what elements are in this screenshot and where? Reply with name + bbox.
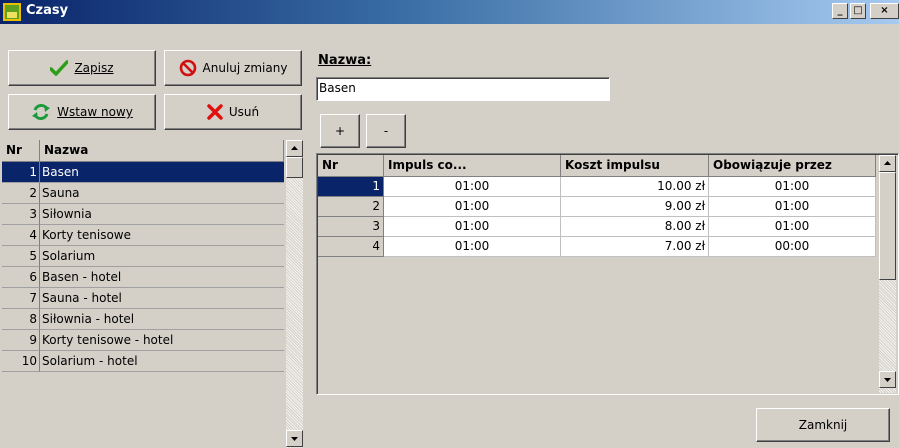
list-item[interactable]: 9 Korty tenisowe - hotel bbox=[2, 330, 284, 351]
scroll-thumb[interactable] bbox=[286, 157, 303, 178]
list-item[interactable]: 6 Basen - hotel bbox=[2, 267, 284, 288]
no-entry-icon bbox=[179, 59, 196, 77]
list-item[interactable]: 1 Basen bbox=[2, 162, 284, 183]
list-item-nr: 3 bbox=[2, 204, 40, 225]
list-item-nr: 10 bbox=[2, 351, 40, 372]
list-item-name: Solarium - hotel bbox=[40, 351, 284, 372]
grid-cell-cost[interactable]: 9.00 zł bbox=[561, 197, 709, 217]
arrow-up-icon bbox=[291, 146, 298, 150]
grid-scroll-thumb[interactable] bbox=[879, 172, 896, 280]
save-button-label: Zapisz bbox=[74, 61, 114, 75]
grid-header-cost[interactable]: Koszt impulsu bbox=[561, 155, 709, 177]
checkmark-icon bbox=[50, 60, 69, 76]
grid-header-nr[interactable]: Nr bbox=[318, 155, 384, 177]
grid-cell-nr[interactable]: 1 bbox=[318, 177, 384, 197]
grid-cell-interval[interactable]: 01:00 bbox=[384, 237, 561, 257]
grid-scroll-up-button[interactable] bbox=[879, 155, 896, 172]
name-field[interactable]: Basen bbox=[316, 77, 610, 101]
grid-cell-interval[interactable]: 01:00 bbox=[384, 177, 561, 197]
grid-header-interval[interactable]: Impuls co... bbox=[384, 155, 561, 177]
minimize-button[interactable]: _ bbox=[832, 3, 848, 19]
list-item[interactable]: 4 Korty tenisowe bbox=[2, 225, 284, 246]
list-item-name: Siłownia - hotel bbox=[40, 309, 284, 330]
save-button[interactable]: Zapisz bbox=[8, 50, 156, 86]
insert-new-button[interactable]: Wstaw nowy bbox=[8, 94, 156, 130]
cancel-changes-button[interactable]: Anuluj zmiany bbox=[164, 50, 302, 86]
list-rows: 1 Basen 2 Sauna 3 Siłownia 4 Korty tenisowe 5 Sol… bbox=[2, 162, 284, 448]
list-item[interactable]: 5 Solarium bbox=[2, 246, 284, 267]
list-item-name: Basen - hotel bbox=[40, 267, 284, 288]
grid-cell-nr[interactable]: 4 bbox=[318, 237, 384, 257]
title-bar: Czasy _ □ × bbox=[0, 0, 899, 24]
grid-cell-nr[interactable]: 3 bbox=[318, 217, 384, 237]
window-title: Czasy bbox=[26, 3, 69, 18]
maximize-button[interactable]: □ bbox=[850, 3, 866, 19]
list-item-nr: 9 bbox=[2, 330, 40, 351]
name-label: Nazwa: bbox=[318, 53, 372, 68]
list-item-name: Solarium bbox=[40, 246, 284, 267]
list-item-name: Basen bbox=[40, 162, 284, 183]
list-item-nr: 7 bbox=[2, 288, 40, 309]
list-item[interactable]: 8 Siłownia - hotel bbox=[2, 309, 284, 330]
grid-scroll-down-button[interactable] bbox=[879, 371, 896, 388]
grid-header-valid[interactable]: Obowiązuje przez bbox=[709, 155, 876, 177]
table-row[interactable]: 3 01:00 8.00 zł 01:00 bbox=[318, 217, 876, 237]
arrow-down-icon bbox=[884, 378, 891, 382]
list-item-name: Siłownia bbox=[40, 204, 284, 225]
list-item[interactable]: 3 Siłownia bbox=[2, 204, 284, 225]
grid-cell-valid[interactable]: 01:00 bbox=[709, 197, 876, 217]
list-scrollbar[interactable] bbox=[286, 140, 303, 448]
close-dialog-button[interactable]: Zamknij bbox=[756, 408, 890, 442]
list-item[interactable]: 10 Solarium - hotel bbox=[2, 351, 284, 372]
insert-new-label: Wstaw nowy bbox=[57, 105, 133, 119]
list-item-nr: 2 bbox=[2, 183, 40, 204]
app-icon bbox=[3, 3, 21, 21]
grid-cell-valid[interactable]: 00:00 bbox=[709, 237, 876, 257]
list-item-name: Sauna bbox=[40, 183, 284, 204]
scroll-up-button[interactable] bbox=[286, 140, 303, 157]
close-button[interactable]: × bbox=[870, 3, 899, 19]
delete-label: Usuń bbox=[228, 105, 260, 119]
list-item-name: Korty tenisowe bbox=[40, 225, 284, 246]
grid-cell-interval[interactable]: 01:00 bbox=[384, 197, 561, 217]
grid-scrollbar[interactable] bbox=[879, 155, 896, 393]
grid-rows: 1 01:00 10.00 zł 01:00 2 01:00 9.00 zł 01:00 3 01… bbox=[318, 177, 876, 287]
grid-cell-nr[interactable]: 2 bbox=[318, 197, 384, 217]
pricing-grid: Nr Impuls co... Koszt impulsu Obowiązuje… bbox=[316, 153, 899, 395]
list-item-nr: 8 bbox=[2, 309, 40, 330]
table-row[interactable]: 4 01:00 7.00 zł 00:00 bbox=[318, 237, 876, 257]
grid-cell-cost[interactable]: 7.00 zł bbox=[561, 237, 709, 257]
grid-cell-valid[interactable]: 01:00 bbox=[709, 217, 876, 237]
list-item[interactable]: 2 Sauna bbox=[2, 183, 284, 204]
list-header-name[interactable]: Nazwa bbox=[40, 140, 284, 162]
list-item-nr: 6 bbox=[2, 267, 40, 288]
list-item[interactable]: 7 Sauna - hotel bbox=[2, 288, 284, 309]
arrow-up-icon bbox=[884, 161, 891, 165]
x-mark-icon bbox=[207, 104, 223, 120]
list-panel: Nr Nazwa 1 Basen 2 Sauna 3 Siłownia 4 Korty ten… bbox=[2, 140, 305, 448]
grid-cell-interval[interactable]: 01:00 bbox=[384, 217, 561, 237]
grid-cell-valid[interactable]: 01:00 bbox=[709, 177, 876, 197]
list-item-nr: 1 bbox=[2, 162, 40, 183]
scroll-down-button[interactable] bbox=[286, 430, 303, 447]
list-header-nr[interactable]: Nr bbox=[2, 140, 40, 162]
arrow-down-icon bbox=[291, 437, 298, 441]
table-row[interactable]: 2 01:00 9.00 zł 01:00 bbox=[318, 197, 876, 217]
refresh-icon bbox=[32, 103, 51, 121]
add-row-button[interactable]: + bbox=[320, 114, 360, 148]
grid-cell-cost[interactable]: 10.00 zł bbox=[561, 177, 709, 197]
list-item-name: Sauna - hotel bbox=[40, 288, 284, 309]
list-item-nr: 4 bbox=[2, 225, 40, 246]
remove-row-button[interactable]: - bbox=[366, 114, 406, 148]
list-item-name: Korty tenisowe - hotel bbox=[40, 330, 284, 351]
list-item-nr: 5 bbox=[2, 246, 40, 267]
table-row[interactable]: 1 01:00 10.00 zł 01:00 bbox=[318, 177, 876, 197]
cancel-changes-label: Anuluj zmiany bbox=[202, 61, 288, 75]
delete-button[interactable]: Usuń bbox=[164, 94, 302, 130]
grid-cell-cost[interactable]: 8.00 zł bbox=[561, 217, 709, 237]
